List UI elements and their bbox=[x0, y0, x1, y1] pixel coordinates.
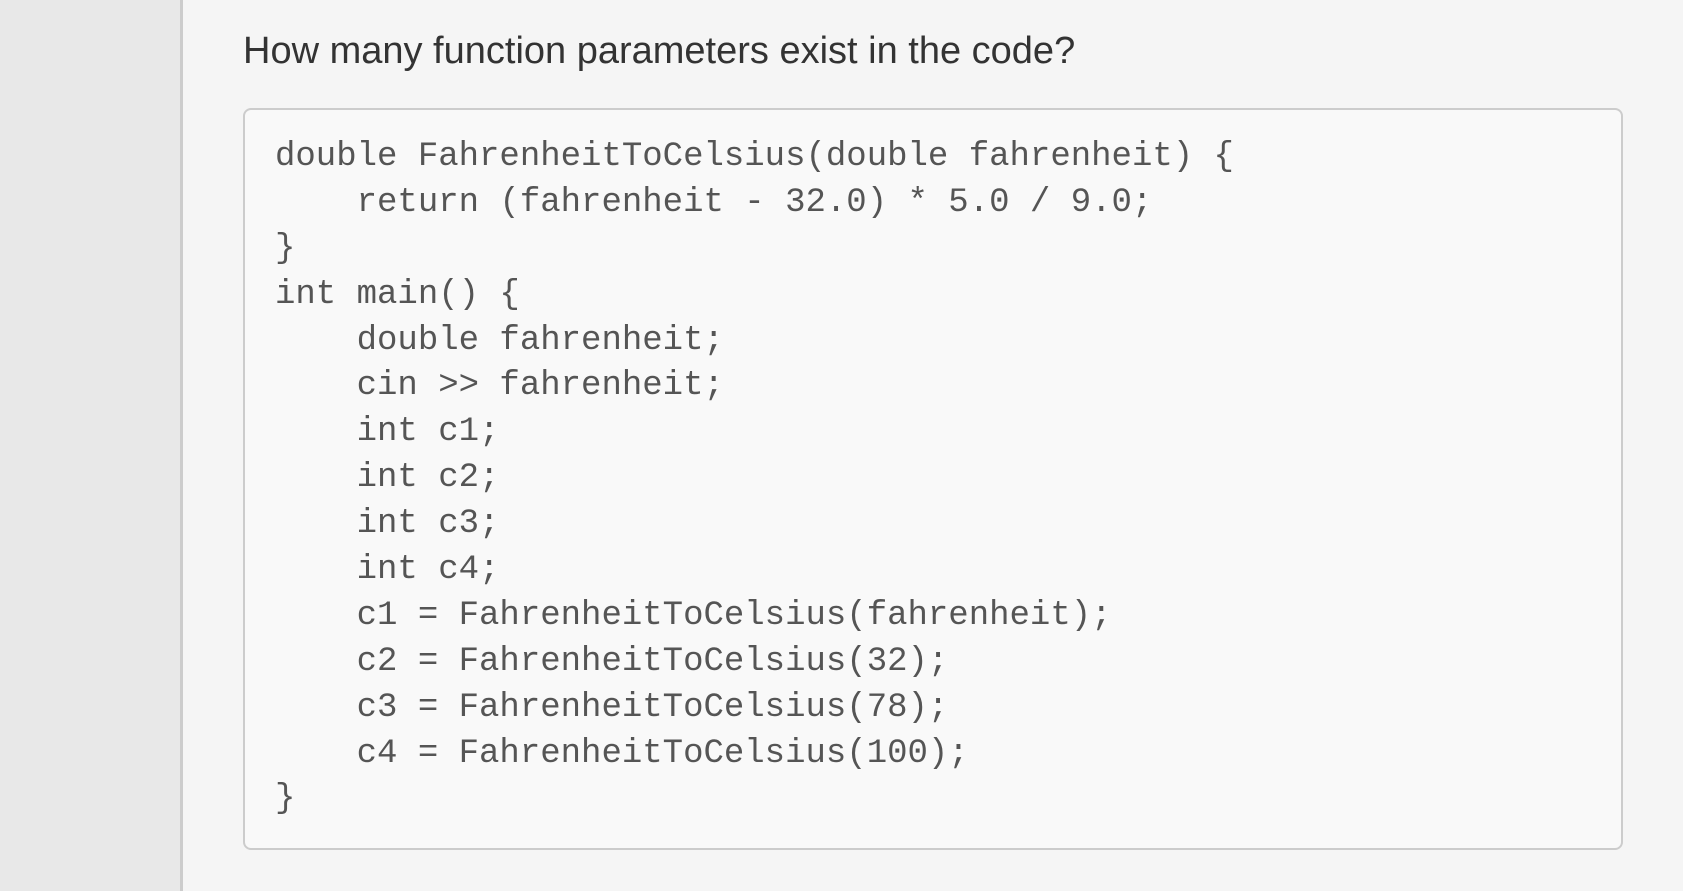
code-line: return (fahrenheit - 32.0) * 5.0 / 9.0; bbox=[275, 184, 1152, 222]
code-line: c3 = FahrenheitToCelsius(78); bbox=[275, 689, 948, 727]
code-line: cin >> fahrenheit; bbox=[275, 367, 724, 405]
code-line: int c4; bbox=[275, 551, 499, 589]
question-container: How many function parameters exist in th… bbox=[180, 0, 1683, 891]
code-line: double fahrenheit; bbox=[275, 322, 724, 360]
code-line: int main() { bbox=[275, 276, 520, 314]
code-line: int c3; bbox=[275, 505, 499, 543]
code-line: c2 = FahrenheitToCelsius(32); bbox=[275, 643, 948, 681]
code-block: double FahrenheitToCelsius(double fahren… bbox=[243, 108, 1623, 850]
code-line: } bbox=[275, 780, 295, 818]
code-line: double FahrenheitToCelsius(double fahren… bbox=[275, 138, 1234, 176]
code-line: c1 = FahrenheitToCelsius(fahrenheit); bbox=[275, 597, 1112, 635]
code-line: c4 = FahrenheitToCelsius(100); bbox=[275, 735, 969, 773]
code-line: int c2; bbox=[275, 459, 499, 497]
question-text: How many function parameters exist in th… bbox=[243, 30, 1623, 73]
code-line: } bbox=[275, 230, 295, 268]
code-line: int c1; bbox=[275, 413, 499, 451]
